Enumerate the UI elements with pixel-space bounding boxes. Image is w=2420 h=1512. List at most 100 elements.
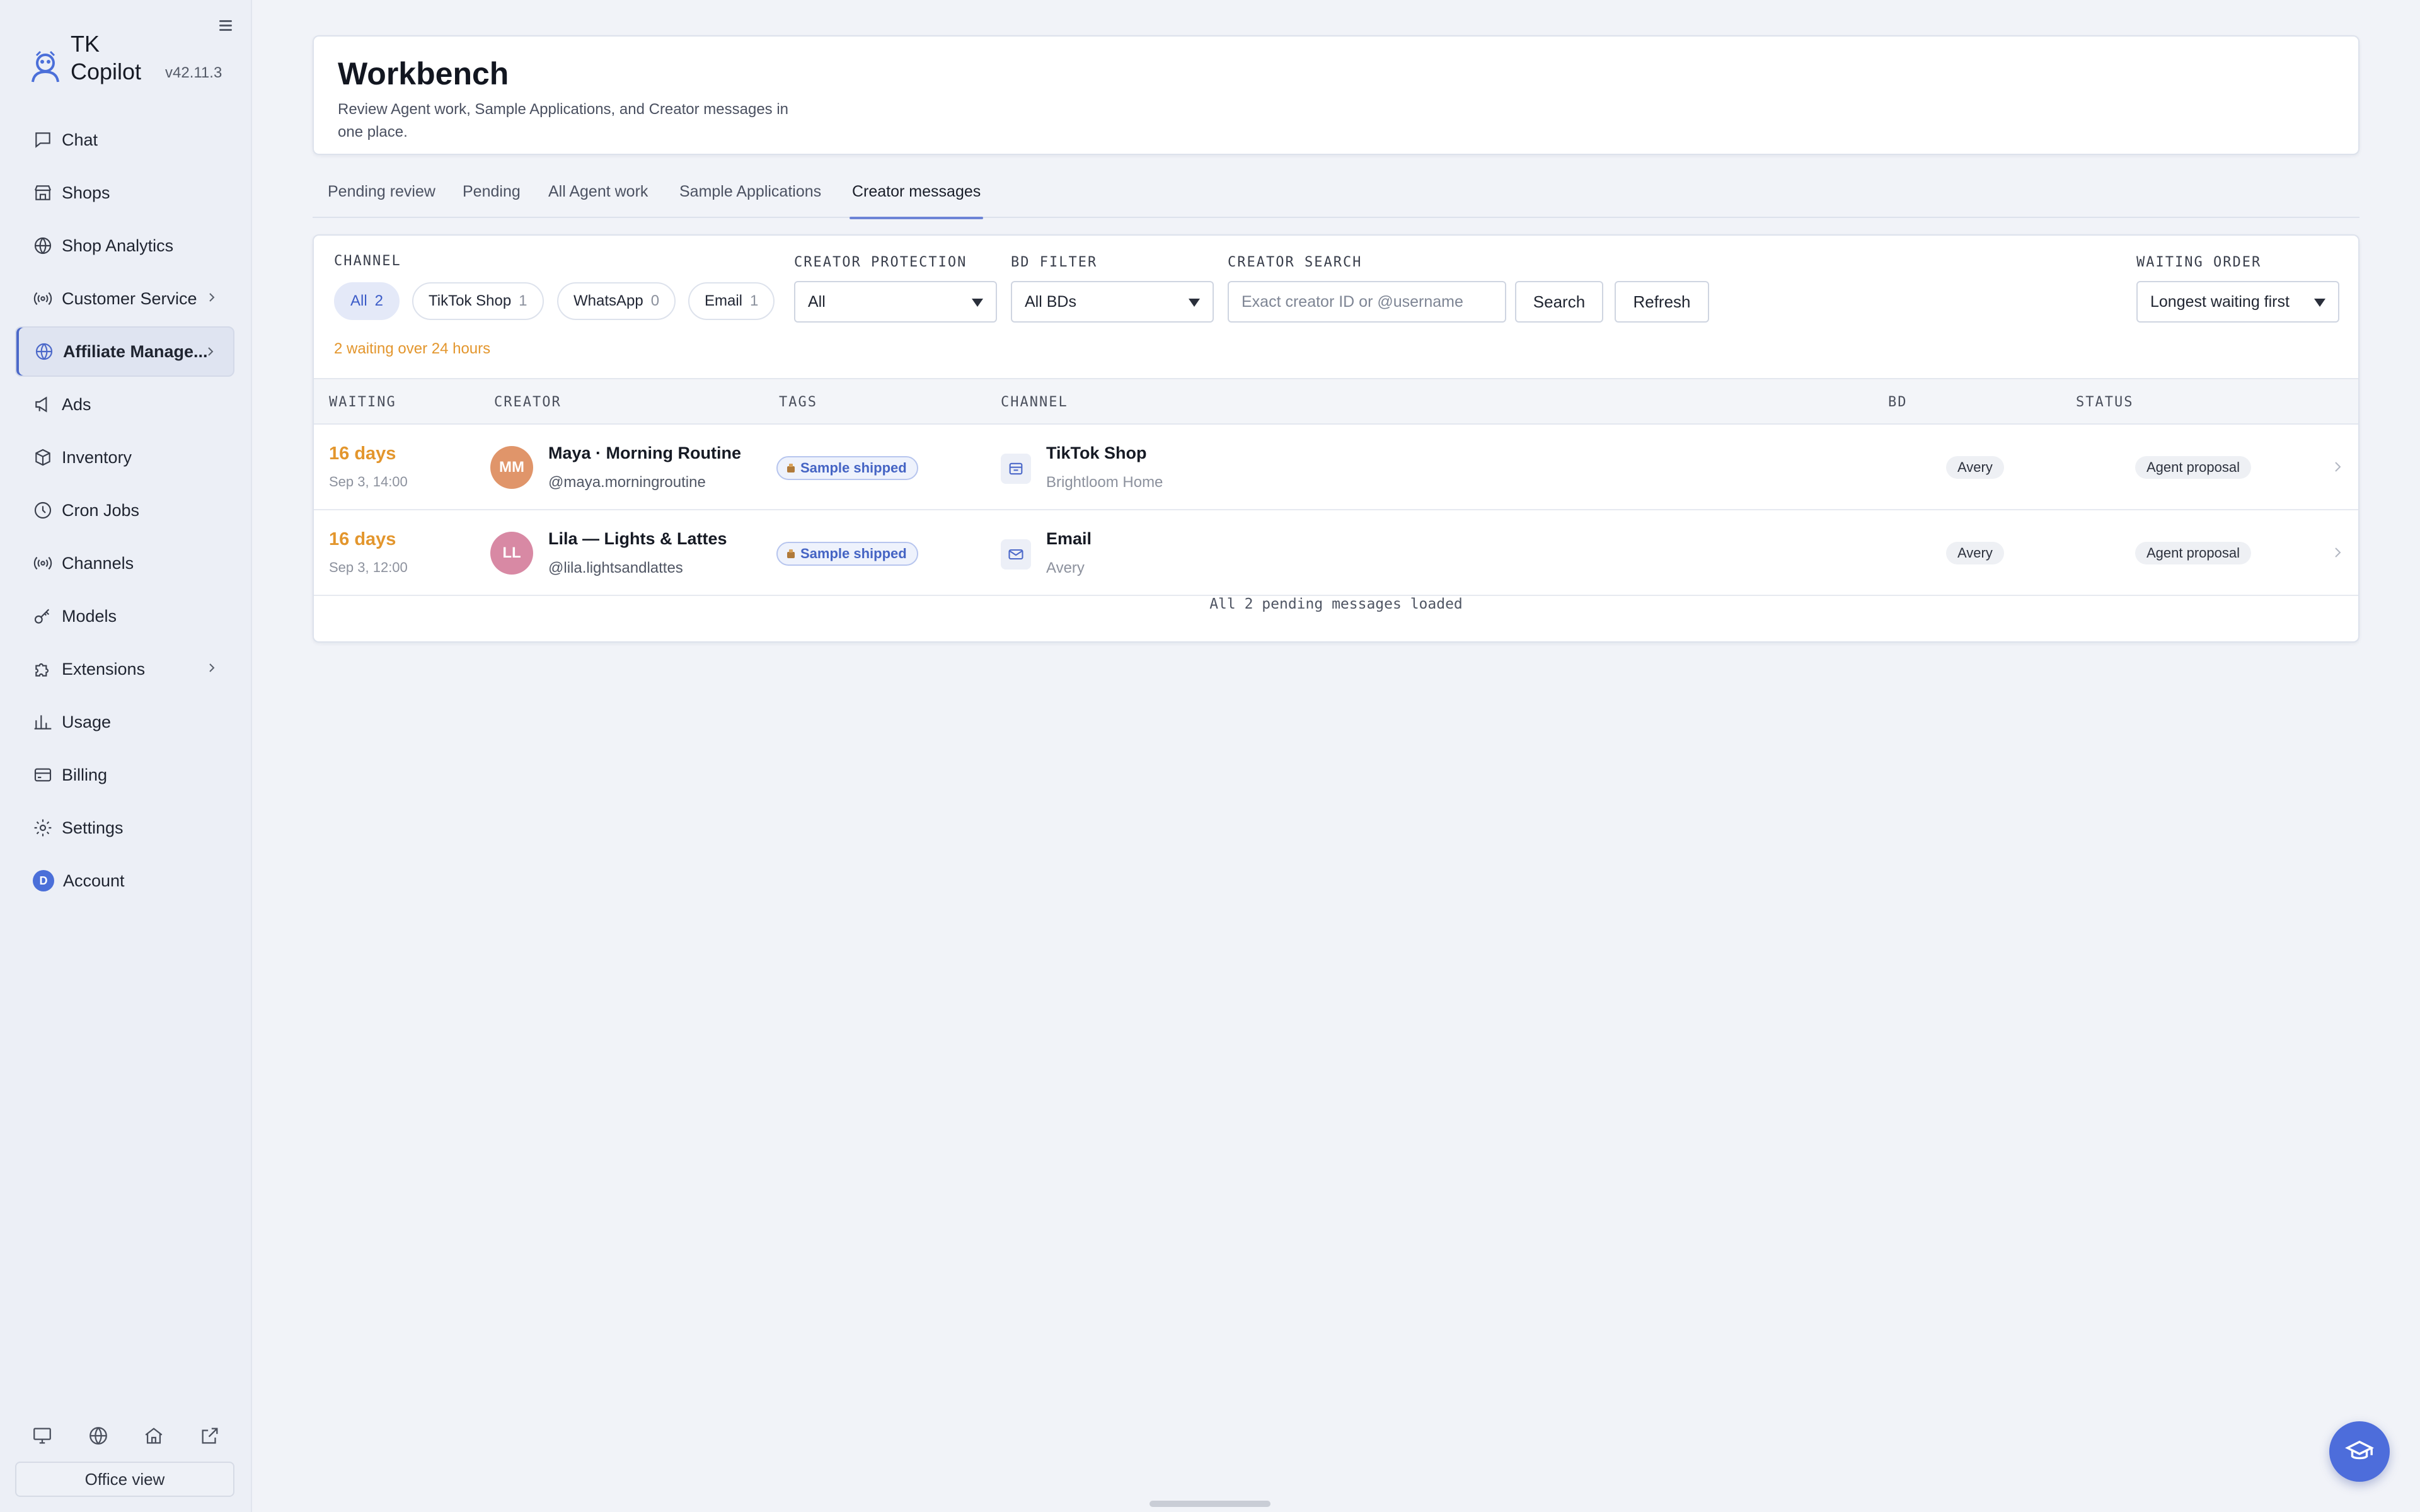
caret-down-icon: [1189, 299, 1200, 307]
home-icon[interactable]: [143, 1425, 164, 1446]
copilot-logo-icon: [32, 50, 59, 83]
sidebar-footer-icons: [32, 1425, 221, 1453]
graduation-cap-icon: [2345, 1440, 2374, 1460]
sidebar-item-label: Account: [63, 871, 125, 890]
column-header-channel: CHANNEL: [1001, 394, 1068, 410]
globe-icon[interactable]: [88, 1425, 109, 1446]
sidebar-item-models[interactable]: Models: [15, 591, 234, 641]
channel-chip-tiktok-shop[interactable]: TikTok Shop 1: [412, 282, 544, 320]
tab-creator-messages[interactable]: Creator messages: [850, 183, 984, 219]
sidebar-item-billing[interactable]: Billing: [15, 750, 234, 800]
sidebar-item-label: Shops: [62, 183, 110, 202]
chevron-right-icon: [2335, 462, 2341, 472]
monitor-icon[interactable]: [32, 1425, 53, 1446]
sidebar-item-shops[interactable]: Shops: [15, 168, 234, 218]
refresh-button[interactable]: Refresh: [1615, 281, 1709, 323]
brand[interactable]: TK Copilot v42.11.3: [25, 30, 233, 93]
sidebar-item-cron-jobs[interactable]: Cron Jobs: [15, 485, 234, 536]
sidebar-item-label: Settings: [62, 818, 124, 837]
status-badge: Agent proposal: [2135, 456, 2251, 479]
avatar: LL: [490, 532, 533, 575]
sidebar-item-shop-analytics[interactable]: Shop Analytics: [15, 220, 234, 271]
tag-badge: Sample shipped: [776, 542, 918, 566]
search-button[interactable]: Search: [1515, 281, 1603, 323]
horizontal-scrollbar[interactable]: [1150, 1501, 1270, 1507]
puzzle-icon: [35, 663, 49, 677]
sidebar-item-label: Channels: [62, 553, 134, 573]
sidebar-item-label: Affiliate Manage...: [63, 341, 208, 361]
sidebar-item-affiliate-management[interactable]: Affiliate Manage...: [15, 326, 234, 377]
table-footer-status: All 2 pending messages loaded: [1209, 596, 1463, 612]
sidebar-item-label: Cron Jobs: [62, 500, 140, 520]
sidebar-nav: Chat Shops Shop Analytics Customer Servi…: [15, 115, 234, 908]
column-header-creator: CREATOR: [494, 394, 562, 410]
box-icon: [35, 449, 50, 466]
sidebar-item-inventory[interactable]: Inventory: [15, 432, 234, 483]
office-view-button[interactable]: Office view: [15, 1462, 234, 1497]
sidebar-item-usage[interactable]: Usage: [15, 697, 234, 747]
mail-icon-badge: [1001, 539, 1031, 570]
menu-toggle-icon[interactable]: [216, 15, 236, 35]
sidebar-item-label: Inventory: [62, 447, 132, 467]
channel-chip-all[interactable]: All 2: [334, 282, 400, 320]
sidebar-item-label: Shop Analytics: [62, 236, 174, 255]
sidebar-item-channels[interactable]: Channels: [15, 538, 234, 588]
status-badge: Agent proposal: [2135, 542, 2251, 564]
creator-handle: @lila.lightsandlattes: [548, 559, 683, 576]
table-row[interactable]: 16 days Sep 3, 12:00 LL Lila — Lights & …: [314, 510, 2358, 596]
chevron-right-icon: [2335, 547, 2341, 558]
card-icon: [34, 768, 52, 782]
channel-detail: Brightloom Home: [1046, 474, 1163, 491]
gear-icon: [34, 819, 52, 837]
sidebar-item-extensions[interactable]: Extensions: [15, 644, 234, 694]
tab-sample-applications[interactable]: Sample Applications: [677, 183, 824, 218]
column-header-bd: BD: [1888, 394, 1908, 410]
bar-chart-icon: [34, 715, 52, 730]
megaphone-icon: [35, 396, 47, 413]
bd-filter-select[interactable]: All BDs: [1011, 281, 1214, 323]
sidebar-item-account[interactable]: D Account: [15, 856, 234, 906]
main-content: Workbench Review Agent work, Sample Appl…: [252, 0, 2420, 1512]
channel-chip-whatsapp[interactable]: WhatsApp 0: [557, 282, 676, 320]
package-icon: [787, 464, 795, 472]
help-academy-button[interactable]: [2329, 1421, 2390, 1482]
sidebar-item-settings[interactable]: Settings: [15, 803, 234, 853]
sidebar-item-label: Billing: [62, 765, 108, 784]
sidebar-item-label: Chat: [62, 130, 98, 149]
tab-pending[interactable]: Pending: [460, 183, 523, 218]
caret-down-icon: [972, 299, 983, 307]
channel-chip-email[interactable]: Email 1: [688, 282, 775, 320]
sidebar-item-customer-service[interactable]: Customer Service: [15, 273, 234, 324]
sidebar-item-ads[interactable]: Ads: [15, 379, 234, 430]
key-icon: [34, 609, 50, 624]
waiting-warning: 2 waiting over 24 hours: [334, 340, 491, 357]
creator-protection-select[interactable]: All: [794, 281, 997, 323]
app-version: v42.11.3: [165, 64, 222, 81]
avatar: MM: [490, 446, 533, 489]
tab-pending-review[interactable]: Pending review: [325, 183, 438, 218]
creator-name: Maya · Morning Routine: [548, 444, 741, 462]
chevron-right-icon: [208, 347, 214, 356]
creator-search-label: CREATOR SEARCH: [1228, 255, 1363, 270]
globe-icon: [35, 343, 53, 360]
bd-badge: Avery: [1946, 542, 2004, 564]
external-link-icon[interactable]: [199, 1425, 221, 1446]
page-title: Workbench: [338, 56, 509, 91]
tab-all-agent-work[interactable]: All Agent work: [546, 183, 650, 218]
sidebar-item-label: Extensions: [62, 659, 146, 679]
store-icon: [35, 185, 51, 200]
waiting-order-select[interactable]: Longest waiting first: [2136, 281, 2339, 323]
channel-filter-label: CHANNEL: [334, 253, 401, 269]
page-header: Workbench Review Agent work, Sample Appl…: [313, 35, 2360, 155]
chevron-right-icon: [209, 663, 215, 672]
table-row[interactable]: 16 days Sep 3, 14:00 MM Maya · Morning R…: [314, 425, 2358, 510]
broadcast-icon: [33, 292, 52, 306]
package-icon: [787, 549, 795, 558]
chevron-right-icon: [209, 293, 215, 302]
waiting-since: Sep 3, 12:00: [329, 559, 408, 575]
channel-name: Email: [1046, 529, 1092, 548]
sidebar-item-chat[interactable]: Chat: [15, 115, 234, 165]
sidebar-item-label: Models: [62, 606, 117, 626]
creator-search-input[interactable]: [1228, 281, 1506, 323]
app-name-line2: Copilot: [71, 59, 142, 84]
